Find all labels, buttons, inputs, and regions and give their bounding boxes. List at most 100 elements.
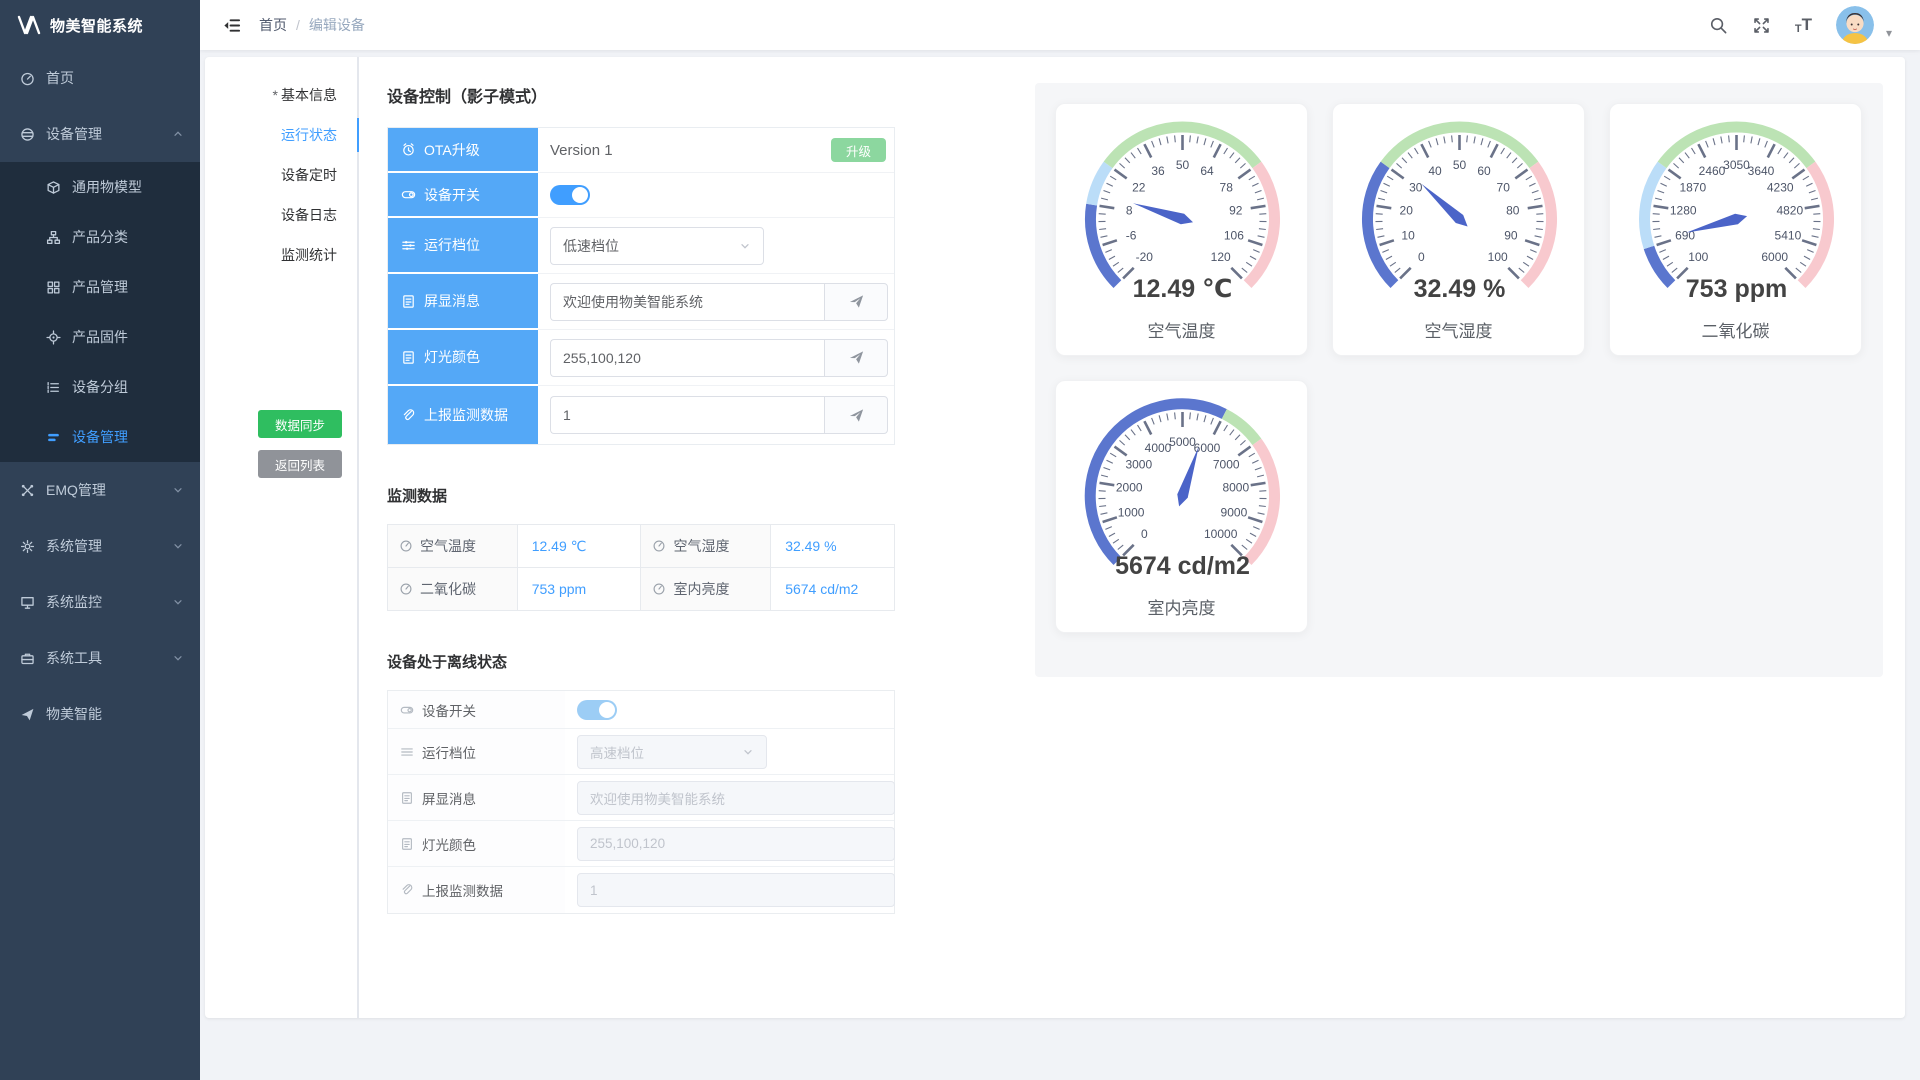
app-title: 物美智能系统 — [50, 15, 143, 36]
report-label: 上报监测数据 — [388, 386, 538, 444]
light-color-input[interactable] — [550, 339, 824, 377]
sidebar-item-product-manage[interactable]: 产品管理 — [0, 262, 200, 312]
message-input[interactable] — [550, 283, 824, 321]
svg-text:10: 10 — [1401, 229, 1415, 243]
svg-text:4820: 4820 — [1776, 204, 1803, 218]
svg-text:70: 70 — [1497, 180, 1511, 194]
devices-icon — [20, 127, 35, 142]
sidebar-item-device-group[interactable]: 设备分组 — [0, 362, 200, 412]
app-logo[interactable]: 物美智能系统 — [0, 0, 200, 50]
sidebar-item-device-list[interactable]: 设备管理 — [0, 412, 200, 462]
svg-text:3000: 3000 — [1125, 457, 1152, 471]
device-list-icon — [46, 430, 61, 445]
ota-label: OTA升级 — [388, 128, 538, 173]
sidebar-item-system-manage[interactable]: 系统管理 — [0, 518, 200, 574]
sliders-icon — [400, 745, 414, 759]
svg-text:50: 50 — [1176, 158, 1190, 172]
sidebar-item-common-model[interactable]: 通用物模型 — [0, 162, 200, 212]
offline-report-input-disabled — [577, 873, 895, 907]
gauge-value: 753 ppm — [1686, 275, 1787, 303]
sidebar-item-system-tools[interactable]: 系统工具 — [0, 630, 200, 686]
table-row: 二氧化碳 753 ppm 室内亮度 5674 cd/m2 — [388, 568, 895, 611]
sync-data-button[interactable]: 数据同步 — [258, 410, 342, 438]
device-power-toggle[interactable] — [550, 185, 590, 205]
document-icon — [401, 294, 416, 309]
sidebar-item-home[interactable]: 首页 — [0, 50, 200, 106]
upgrade-button[interactable]: 升级 — [831, 138, 886, 162]
light-label: 灯光颜色 — [388, 330, 538, 386]
tab-basic-info[interactable]: *基本信息 — [205, 75, 357, 115]
offline-message-label: 屏显消息 — [388, 775, 565, 820]
send-message-button[interactable] — [824, 283, 888, 321]
svg-text:2460: 2460 — [1699, 164, 1726, 178]
svg-text:1000: 1000 — [1118, 506, 1145, 520]
offline-gear-select-disabled: 高速档位 — [577, 735, 767, 769]
device-tabs: *基本信息运行状态设备定时设备日志监测统计 数据同步 返回列表 — [205, 57, 359, 1018]
shadow-control-form: OTA升级 Version 1 升级 设备开关 — [387, 127, 895, 445]
svg-text:60: 60 — [1477, 164, 1491, 178]
sidebar: 物美智能系统 首页设备管理通用物模型产品分类产品管理产品固件设备分组设备管理EM… — [0, 0, 200, 1080]
emq-icon — [20, 483, 35, 498]
power-label: 设备开关 — [388, 173, 538, 218]
sidebar-item-product-firmware[interactable]: 产品固件 — [0, 312, 200, 362]
group-icon — [46, 380, 61, 395]
table-row: 空气温度 12.49 ℃ 空气湿度 32.49 % — [388, 525, 895, 568]
send-report-button[interactable] — [824, 396, 888, 434]
gear-select[interactable]: 低速档位 — [550, 227, 764, 265]
send-light-color-button[interactable] — [824, 339, 888, 377]
breadcrumb-home[interactable]: 首页 — [259, 15, 287, 35]
svg-text:20: 20 — [1400, 204, 1414, 218]
gauge-icon — [652, 539, 666, 553]
required-asterisk: * — [273, 87, 278, 103]
sidebar-menu: 首页设备管理通用物模型产品分类产品管理产品固件设备分组设备管理EMQ管理系统管理… — [0, 50, 200, 742]
tools-icon — [20, 651, 35, 666]
gauge-card-2: 010203040506070809010032.49 %空气湿度 — [1332, 103, 1585, 356]
tab-device-log[interactable]: 设备日志 — [205, 195, 357, 235]
svg-text:4230: 4230 — [1767, 180, 1794, 194]
back-to-list-button[interactable]: 返回列表 — [258, 450, 342, 478]
font-size-icon[interactable]: TT — [1795, 15, 1812, 35]
sidebar-item-product-category[interactable]: 产品分类 — [0, 212, 200, 262]
user-avatar[interactable] — [1836, 6, 1874, 44]
timer-icon — [401, 142, 416, 157]
tab-run-status[interactable]: 运行状态 — [205, 115, 357, 155]
monitor-label: 空气湿度 — [673, 536, 729, 556]
svg-text:90: 90 — [1504, 229, 1518, 243]
report-data-input[interactable] — [550, 396, 824, 434]
logo-icon — [16, 15, 42, 35]
svg-text:8: 8 — [1126, 204, 1133, 218]
sidebar-fold-icon[interactable] — [222, 16, 241, 35]
svg-text:2000: 2000 — [1116, 481, 1143, 495]
paperclip-icon — [400, 883, 414, 897]
svg-text:80: 80 — [1506, 204, 1520, 218]
svg-text:120: 120 — [1211, 250, 1231, 264]
svg-text:40: 40 — [1428, 164, 1442, 178]
sidebar-item-emq-manage[interactable]: EMQ管理 — [0, 462, 200, 518]
offline-message-input-disabled — [577, 781, 895, 815]
sidebar-item-wumei-smart[interactable]: 物美智能 — [0, 686, 200, 742]
document-icon — [400, 791, 414, 805]
sidebar-item-device-manage[interactable]: 设备管理 — [0, 106, 200, 162]
content-panel: *基本信息运行状态设备定时设备日志监测统计 数据同步 返回列表 设备控制（影子模… — [205, 57, 1905, 1018]
tab-monitor-stats[interactable]: 监测统计 — [205, 235, 357, 275]
settings-icon — [20, 539, 35, 554]
tab-device-timer[interactable]: 设备定时 — [205, 155, 357, 195]
offline-light-label: 灯光颜色 — [388, 821, 565, 866]
gauge-card-4: 0100020003000400050006000700080009000100… — [1055, 380, 1308, 633]
document-icon — [400, 837, 414, 851]
sidebar-item-system-monitor[interactable]: 系统监控 — [0, 574, 200, 630]
avatar-caret-icon[interactable]: ▾ — [1886, 26, 1892, 40]
svg-text:36: 36 — [1151, 164, 1165, 178]
model-icon — [46, 180, 61, 195]
svg-text:78: 78 — [1220, 180, 1234, 194]
fullscreen-icon[interactable] — [1752, 16, 1771, 35]
offline-report-label: 上报监测数据 — [388, 867, 565, 913]
top-header: 首页 / 编辑设备 TT — [200, 0, 1920, 50]
search-icon[interactable] — [1709, 16, 1728, 35]
gauge-value: 12.49 ℃ — [1133, 275, 1233, 303]
chevron-down-icon — [172, 652, 184, 664]
gauge-value: 32.49 % — [1414, 275, 1506, 303]
offline-light-input-disabled — [577, 827, 895, 861]
offline-power-label: 设备开关 — [388, 691, 565, 728]
svg-text:50: 50 — [1453, 158, 1467, 172]
